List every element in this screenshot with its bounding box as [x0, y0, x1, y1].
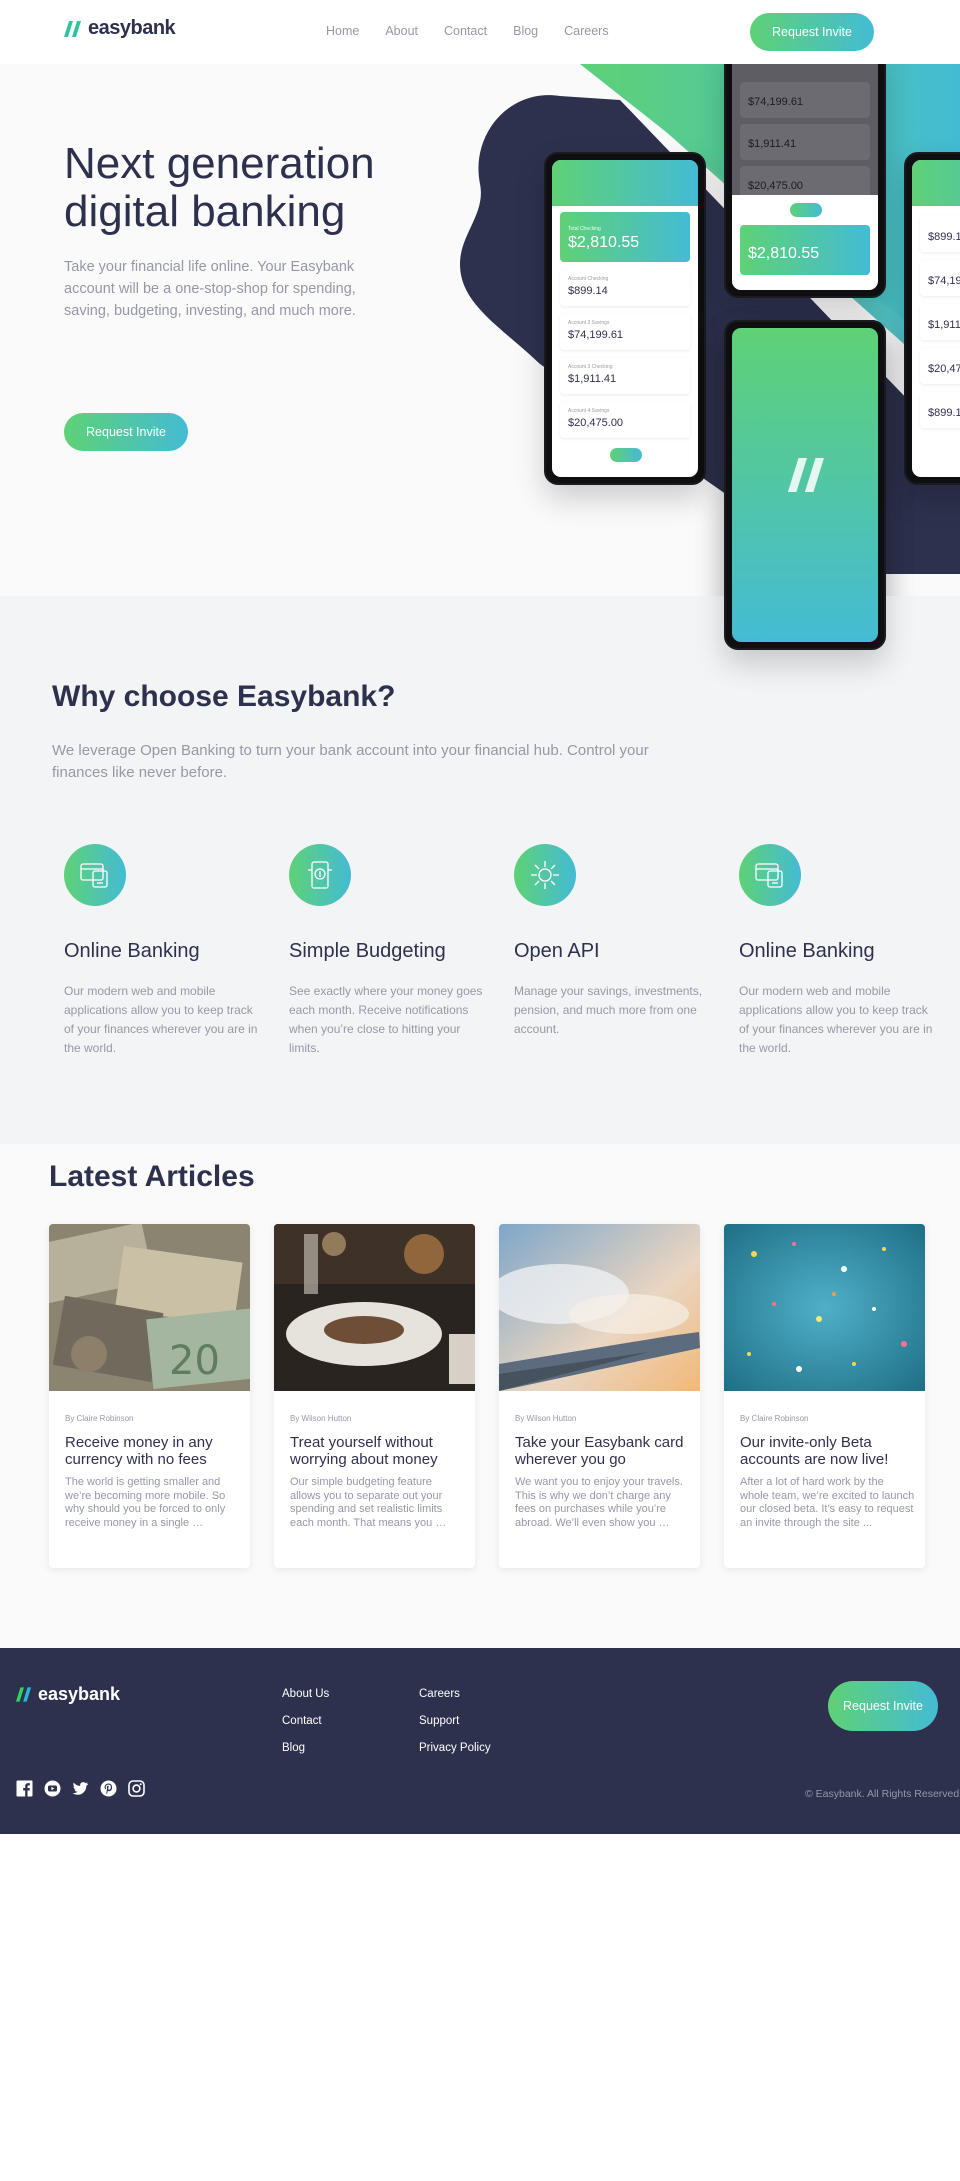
main-nav: Home About Contact Blog Careers — [326, 24, 609, 38]
footer-logo[interactable]: easybank — [16, 1684, 120, 1705]
article-title[interactable]: Treat yourself without worrying about mo… — [290, 1434, 465, 1468]
article-excerpt: The world is getting smaller and we’re b… — [65, 1476, 226, 1529]
youtube-icon[interactable] — [44, 1780, 61, 1797]
feature-text: Our modern web and mobile applications a… — [64, 984, 258, 1055]
article-excerpt: After a lot of hard work by the whole te… — [740, 1476, 915, 1529]
nav-about[interactable]: About — [385, 24, 418, 38]
feature-title: Online Banking — [64, 940, 200, 962]
account-card: Account Checking $899.14 — [560, 270, 690, 306]
why-title: Why choose Easybank? — [52, 680, 396, 713]
nav-blog[interactable]: Blog — [513, 24, 538, 38]
feature-text: See exactly where your money goes each m… — [289, 984, 483, 1055]
account-card: Account 2 Savings $74,199.61 — [560, 314, 690, 350]
brand-name: easybank — [88, 17, 176, 39]
phone-mockup-right: $899.14 $74,199.61 $1,911.41 $20,475.00 … — [904, 152, 960, 485]
feature-online-banking-2 — [739, 844, 801, 906]
article-author: By Claire Robinson — [740, 1414, 809, 1423]
feature-title: Simple Budgeting — [289, 940, 446, 962]
article-author: By Wilson Hutton — [290, 1414, 352, 1423]
nav-contact[interactable]: Contact — [444, 24, 487, 38]
article-image-restaurant — [274, 1224, 475, 1391]
nav-careers[interactable]: Careers — [564, 24, 608, 38]
twitter-icon[interactable] — [72, 1780, 89, 1797]
feature-title: Open API — [514, 940, 600, 962]
pinterest-icon[interactable] — [100, 1780, 117, 1797]
article-card[interactable]: 20 By Claire Robinson Receive money in a… — [49, 1224, 250, 1568]
hero-title: Next generation digital banking — [64, 139, 375, 236]
articles-title: Latest Articles — [49, 1160, 255, 1193]
article-card[interactable]: By Claire Robinson Our invite-only Beta … — [724, 1224, 925, 1568]
feature-text: Our modern web and mobile applications a… — [739, 984, 933, 1055]
article-title[interactable]: Receive money in any currency with no fe… — [65, 1434, 240, 1468]
why-section — [0, 596, 960, 1144]
api-icon — [514, 844, 576, 906]
why-subtitle: We leverage Open Banking to turn your ba… — [52, 742, 649, 781]
article-author: By Claire Robinson — [65, 1414, 134, 1423]
footer-request-invite-button[interactable]: Request Invite — [828, 1681, 938, 1731]
account-card: Account 4 Savings $20,475.00 — [560, 402, 690, 438]
facebook-icon[interactable] — [16, 1780, 33, 1797]
brand-logo[interactable]: easybank — [64, 17, 176, 40]
hero-description: Take your financial life online. Your Ea… — [64, 259, 356, 319]
footer-brand-name: easybank — [38, 1684, 121, 1704]
hero-request-invite-button[interactable]: Request Invite — [64, 413, 188, 451]
article-card[interactable]: By Wilson Hutton Take your Easybank card… — [499, 1224, 700, 1568]
feature-open-api — [514, 844, 576, 906]
header-request-invite-button[interactable]: Request Invite — [750, 13, 874, 51]
footer-link-privacy[interactable]: Privacy Policy — [419, 1742, 491, 1754]
site-footer — [0, 1648, 960, 1834]
article-author: By Wilson Hutton — [515, 1414, 577, 1423]
logo-mark-icon — [787, 458, 824, 492]
article-title[interactable]: Take your Easybank card wherever you go — [515, 1434, 690, 1468]
article-image-currency: 20 — [49, 1224, 250, 1391]
phone-mockup-top: $74,199.61 $1,911.41 $20,475.00 $2,810.5… — [724, 64, 886, 298]
feature-text: Manage your savings, investments, pensio… — [514, 984, 703, 1036]
svg-text:20: 20 — [169, 1338, 220, 1384]
article-image-confetti — [724, 1224, 925, 1391]
footer-link-careers[interactable]: Careers — [419, 1688, 460, 1700]
footer-link-about[interactable]: About Us — [282, 1688, 329, 1700]
social-links — [16, 1780, 145, 1797]
account-card: Account 3 Checking $1,911.41 — [560, 358, 690, 394]
phone-mockup-left: Total Checking $2,810.55 Account Checkin… — [544, 152, 706, 485]
copyright-text: © Easybank. All Rights Reserved — [805, 1788, 960, 1800]
footer-link-contact[interactable]: Contact — [282, 1715, 322, 1727]
article-card[interactable]: By Wilson Hutton Treat yourself without … — [274, 1224, 475, 1568]
article-title[interactable]: Our invite-only Beta accounts are now li… — [740, 1434, 915, 1468]
online-banking-icon — [64, 844, 126, 906]
site-header: easybank Home About Contact Blog Careers… — [0, 0, 960, 64]
feature-online-banking — [64, 844, 126, 906]
article-image-plane — [499, 1224, 700, 1391]
logo-mark-icon — [64, 20, 81, 37]
online-banking-icon — [739, 844, 801, 906]
phone-mockup-splash-overlap — [724, 320, 886, 650]
footer-link-support[interactable]: Support — [419, 1715, 459, 1727]
footer-link-blog[interactable]: Blog — [282, 1742, 305, 1754]
instagram-icon[interactable] — [128, 1780, 145, 1797]
logo-mark-icon — [16, 1687, 32, 1702]
feature-simple-budgeting — [289, 844, 351, 906]
article-excerpt: We want you to enjoy your travels. This … — [515, 1476, 683, 1529]
budgeting-icon — [289, 844, 351, 906]
nav-home[interactable]: Home — [326, 24, 359, 38]
article-excerpt: Our simple budgeting feature allows you … — [290, 1476, 447, 1529]
feature-title: Online Banking — [739, 940, 875, 962]
total-checking-card: Total Checking $2,810.55 — [560, 212, 690, 262]
